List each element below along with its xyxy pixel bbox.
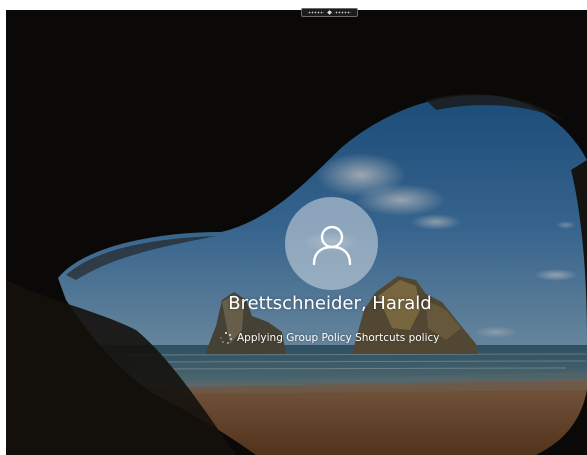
menu-dots-icon[interactable] xyxy=(334,11,351,14)
remote-connection-bar[interactable]: ◆ xyxy=(301,8,358,17)
status-message: Applying Group Policy Shortcuts policy xyxy=(220,330,440,346)
pin-icon[interactable]: ◆ xyxy=(327,9,332,16)
user-name: Brettschneider, Harald xyxy=(228,293,432,314)
status-text: Applying Group Policy Shortcuts policy xyxy=(237,332,440,344)
user-icon xyxy=(312,225,351,265)
user-avatar xyxy=(285,197,378,290)
connection-bars-icon xyxy=(308,11,325,14)
loading-spinner-icon xyxy=(220,332,232,344)
